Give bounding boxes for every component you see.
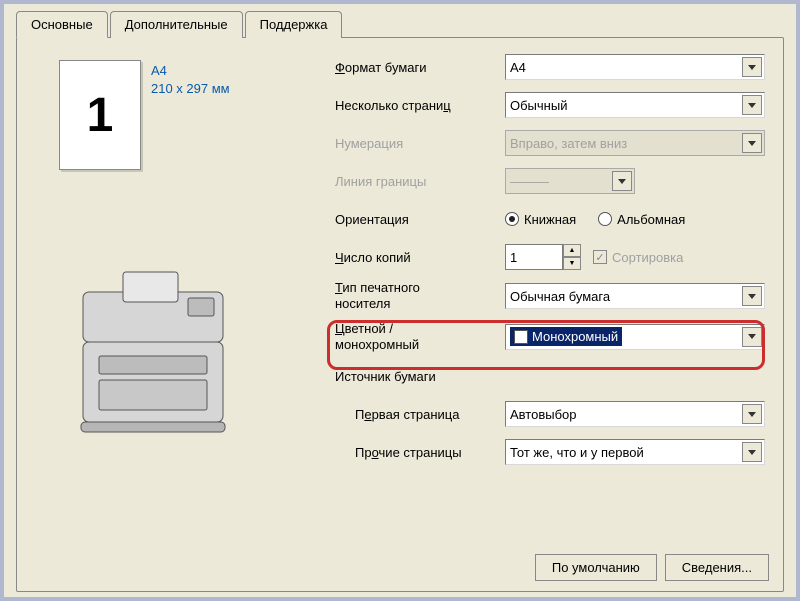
chevron-down-icon (742, 57, 762, 77)
combo-color-mode[interactable]: Монохромный (505, 324, 765, 350)
tab-support[interactable]: Поддержка (245, 11, 343, 38)
label-copies: Число копий (335, 250, 505, 265)
checkbox-box-icon: ✓ (593, 250, 607, 264)
checkbox-collate: ✓ Сортировка (593, 250, 683, 265)
page-info: A4 210 x 297 мм (151, 62, 230, 98)
label-color-mode: Цветной /монохромный (335, 321, 505, 354)
chevron-down-icon (742, 327, 762, 347)
about-button[interactable]: Сведения... (665, 554, 769, 581)
radio-dot-icon (505, 212, 519, 226)
tab-strip: Основные Дополнительные Поддержка (4, 4, 796, 37)
page-dimensions: 210 x 297 мм (151, 80, 230, 98)
printer-illustration (53, 252, 253, 455)
chevron-down-icon (742, 286, 762, 306)
label-other-pages: Прочие страницы (335, 445, 505, 460)
copies-input[interactable] (505, 244, 563, 270)
dialog-buttons: По умолчанию Сведения... (535, 554, 769, 581)
monochrome-swatch-icon (514, 330, 528, 344)
radio-dot-icon (598, 212, 612, 226)
tab-panel-main: 1 A4 210 x 297 мм Форм (16, 37, 784, 592)
tab-main[interactable]: Основные (16, 11, 108, 38)
label-border-lines: Линия границы (335, 174, 505, 189)
label-paper-source: Источник бумаги (335, 369, 505, 384)
settings-column: Формат бумаги A4 Несколько страниц Обычн… (335, 52, 765, 475)
label-orientation: Ориентация (335, 212, 505, 227)
page-preview: 1 (59, 60, 141, 170)
label-paper-format: Формат бумаги (335, 60, 505, 75)
printer-properties-dialog: Основные Дополнительные Поддержка 1 A4 2… (4, 4, 796, 597)
spin-down-icon[interactable]: ▼ (563, 257, 581, 270)
combo-numbering: Вправо, затем вниз (505, 130, 765, 156)
defaults-button[interactable]: По умолчанию (535, 554, 657, 581)
radio-landscape[interactable]: Альбомная (598, 212, 685, 227)
label-first-page: Первая страница (335, 407, 505, 422)
combo-media-type[interactable]: Обычная бумага (505, 283, 765, 309)
label-numbering: Нумерация (335, 136, 505, 151)
combo-other-pages[interactable]: Тот же, что и у первой (505, 439, 765, 465)
chevron-down-icon (742, 133, 762, 153)
spin-up-icon[interactable]: ▲ (563, 244, 581, 257)
page-format-name: A4 (151, 62, 230, 80)
combo-multi-page[interactable]: Обычный (505, 92, 765, 118)
combo-first-page[interactable]: Автовыбор (505, 401, 765, 427)
chevron-down-icon (742, 95, 762, 115)
chevron-down-icon (742, 442, 762, 462)
chevron-down-icon (742, 404, 762, 424)
chevron-down-icon (612, 171, 632, 191)
combo-border-lines: ——— (505, 168, 635, 194)
combo-paper-format[interactable]: A4 (505, 54, 765, 80)
radio-portrait[interactable]: Книжная (505, 212, 576, 227)
label-media-type: Тип печатногоносителя (335, 280, 505, 313)
label-multi-page: Несколько страниц (335, 98, 505, 113)
spin-copies[interactable]: ▲ ▼ (505, 244, 585, 270)
tab-extra[interactable]: Дополнительные (110, 11, 243, 38)
